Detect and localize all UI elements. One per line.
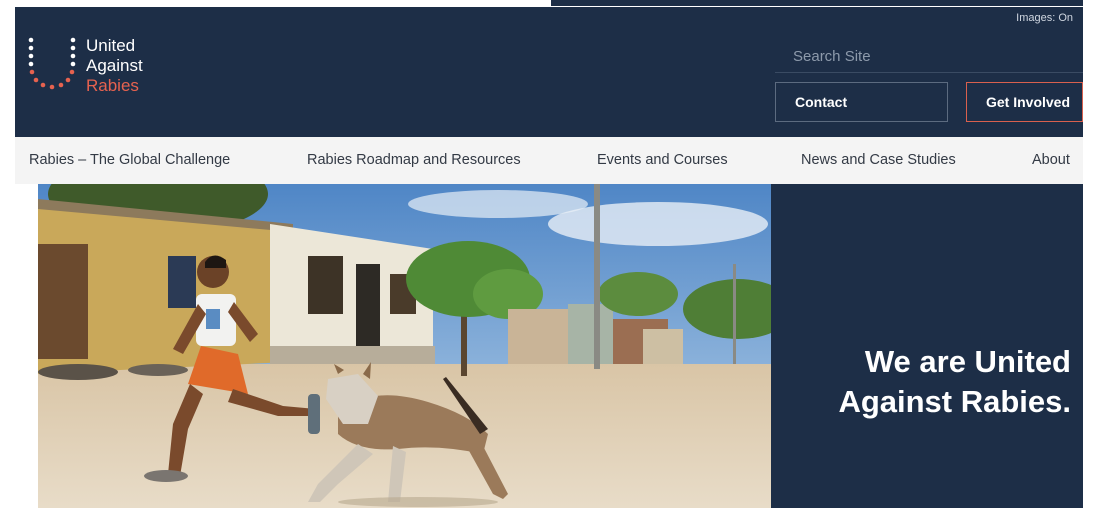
logo-line-3: Rabies bbox=[86, 76, 139, 95]
nav-item-events[interactable]: Events and Courses bbox=[597, 137, 728, 184]
hero-tagline-line-2: Against Rabies. bbox=[838, 384, 1071, 419]
search-input[interactable]: Search Site bbox=[775, 41, 1083, 73]
site-logo[interactable]: United Against Rabies bbox=[27, 36, 187, 99]
images-toggle[interactable]: Images: On bbox=[1016, 12, 1073, 24]
get-involved-button[interactable]: Get Involved bbox=[966, 82, 1083, 122]
contact-button[interactable]: Contact bbox=[775, 82, 948, 122]
logo-text: United Against Rabies bbox=[86, 36, 143, 96]
site-header: United Against Rabies Images: On Search … bbox=[15, 7, 1083, 137]
hero-panel: We are United Against Rabies. bbox=[771, 184, 1083, 508]
hero-tagline: We are United Against Rabies. bbox=[771, 342, 1083, 422]
main-nav: Rabies – The Global Challenge Rabies Roa… bbox=[15, 137, 1083, 184]
logo-line-2: Against bbox=[86, 56, 143, 75]
hero-photo-illustration bbox=[38, 184, 771, 508]
logo-line-1: United bbox=[86, 36, 136, 55]
nav-item-about[interactable]: About bbox=[1032, 137, 1070, 184]
nav-item-global-challenge[interactable]: Rabies – The Global Challenge bbox=[29, 137, 230, 184]
logo-dots-icon bbox=[28, 37, 76, 90]
hero-tagline-line-1: We are United bbox=[864, 344, 1071, 379]
nav-item-roadmap[interactable]: Rabies Roadmap and Resources bbox=[307, 137, 521, 184]
hero-image bbox=[38, 184, 771, 508]
header-top-strip bbox=[551, 0, 1083, 6]
nav-item-news[interactable]: News and Case Studies bbox=[801, 137, 956, 184]
